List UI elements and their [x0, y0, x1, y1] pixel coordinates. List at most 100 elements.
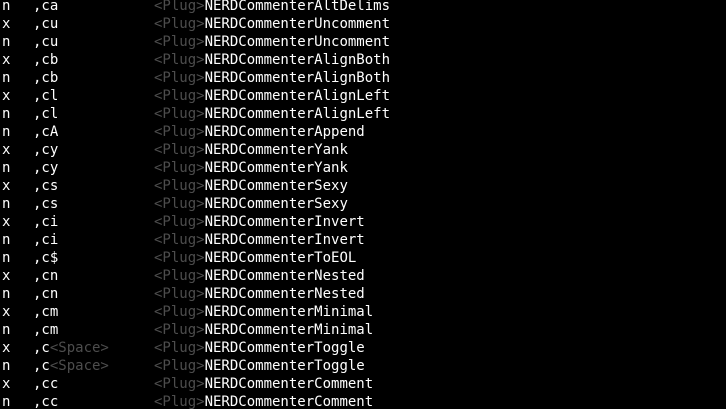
plug-prefix: <Plug> [154, 52, 205, 68]
mapping-key-text: ,cu [33, 16, 59, 32]
plug-prefix: <Plug> [154, 0, 205, 14]
mapping-key: ,cu [33, 15, 58, 33]
plug-prefix: <Plug> [154, 268, 205, 284]
mapping-key: ,cs [33, 195, 58, 213]
mapping-row: x ,cm <Plug>NERDCommenterMinimal [0, 303, 726, 321]
mapping-command: NERDCommenterComment [204, 394, 374, 409]
plug-prefix: <Plug> [154, 376, 205, 392]
mapping-row: n ,cl <Plug>NERDCommenterAlignLeft [0, 105, 726, 123]
mapping-target: <Plug>NERDCommenterAlignBoth [154, 51, 390, 69]
mapping-command: NERDCommenterAlignBoth [204, 52, 391, 68]
plug-prefix: <Plug> [154, 304, 205, 320]
mapping-key: ,cs [33, 177, 58, 195]
mapping-key-text: ,cy [33, 160, 59, 176]
mapping-row: n ,cu <Plug>NERDCommenterUncomment [0, 33, 726, 51]
mapping-command: NERDCommenterAlignBoth [204, 70, 391, 86]
mapping-key-text: ,cb [33, 70, 59, 86]
mapping-row: n ,c<Space> <Plug>NERDCommenterToggle [0, 357, 726, 375]
mapping-key-text: ,cm [33, 322, 59, 338]
mapping-row: x ,cs <Plug>NERDCommenterSexy [0, 177, 726, 195]
mapping-target: <Plug>NERDCommenterAppend [154, 123, 365, 141]
mapping-row: x ,cu <Plug>NERDCommenterUncomment [0, 15, 726, 33]
mapping-key-text: ,cA [33, 124, 59, 140]
terminal-window: n ,ca <Plug>NERDCommenterAltDelims x ,cu <Plu… [0, 0, 726, 409]
mapping-mode: n [2, 358, 11, 374]
mapping-row: n ,cc <Plug>NERDCommenterComment [0, 393, 726, 409]
mapping-command: NERDCommenterUncomment [204, 16, 391, 32]
mapping-key: ,cb [33, 51, 58, 69]
mapping-target: <Plug>NERDCommenterSexy [154, 195, 348, 213]
mapping-row: n ,ci <Plug>NERDCommenterInvert [0, 231, 726, 249]
mapping-key-text: ,cc [33, 394, 59, 409]
mapping-command: NERDCommenterYank [204, 142, 348, 158]
mapping-row: x ,ci <Plug>NERDCommenterInvert [0, 213, 726, 231]
mapping-target: <Plug>NERDCommenterUncomment [154, 15, 390, 33]
mapping-command: NERDCommenterYank [204, 160, 348, 176]
mapping-mode: x [2, 214, 11, 230]
mapping-command: NERDCommenterMinimal [204, 322, 374, 338]
key-mapping-list: n ,ca <Plug>NERDCommenterAltDelims x ,cu <Plu… [0, 0, 726, 409]
mapping-key: ,cm [33, 303, 58, 321]
mapping-key-special: <Space> [49, 358, 109, 374]
mapping-key: ,c<Space> [33, 357, 109, 375]
mapping-key-text: ,c [33, 358, 50, 374]
plug-prefix: <Plug> [154, 214, 205, 230]
mapping-key-text: ,cm [33, 304, 59, 320]
mapping-key: ,ca [33, 0, 58, 15]
mapping-target: <Plug>NERDCommenterInvert [154, 231, 365, 249]
mapping-key-text: ,c [33, 340, 50, 356]
mapping-mode: n [2, 70, 11, 86]
plug-prefix: <Plug> [154, 322, 205, 338]
mapping-key-text: ,ci [33, 232, 59, 248]
mapping-target: <Plug>NERDCommenterAltDelims [154, 0, 390, 15]
mapping-command: NERDCommenterComment [204, 376, 374, 392]
mapping-key: ,cu [33, 33, 58, 51]
mapping-key: ,cc [33, 375, 58, 393]
mapping-key: ,c$ [33, 249, 58, 267]
mapping-target: <Plug>NERDCommenterAlignBoth [154, 69, 390, 87]
mapping-mode: x [2, 178, 11, 194]
mapping-mode: x [2, 16, 11, 32]
mapping-mode: n [2, 232, 11, 248]
mapping-command: NERDCommenterSexy [204, 196, 348, 212]
mapping-mode: n [2, 34, 11, 50]
mapping-key-text: ,cn [33, 286, 59, 302]
mapping-target: <Plug>NERDCommenterToEOL [154, 249, 356, 267]
mapping-key-text: ,cs [33, 178, 59, 194]
mapping-row: x ,cy <Plug>NERDCommenterYank [0, 141, 726, 159]
mapping-mode: x [2, 88, 11, 104]
mapping-command: NERDCommenterMinimal [204, 304, 374, 320]
mapping-command: NERDCommenterToEOL [204, 250, 357, 266]
mapping-row: n ,cm <Plug>NERDCommenterMinimal [0, 321, 726, 339]
mapping-command: NERDCommenterToggle [204, 340, 365, 356]
mapping-key-text: ,cs [33, 196, 59, 212]
mapping-key-text: ,c$ [33, 250, 59, 266]
mapping-row: x ,c<Space> <Plug>NERDCommenterToggle [0, 339, 726, 357]
plug-prefix: <Plug> [154, 88, 205, 104]
mapping-mode: x [2, 376, 11, 392]
mapping-target: <Plug>NERDCommenterUncomment [154, 33, 390, 51]
mapping-mode: n [2, 394, 11, 409]
mapping-key-text: ,cu [33, 34, 59, 50]
mapping-key-special: <Space> [49, 340, 109, 356]
mapping-command: NERDCommenterNested [204, 268, 365, 284]
mapping-mode: x [2, 52, 11, 68]
plug-prefix: <Plug> [154, 340, 205, 356]
mapping-key: ,cy [33, 141, 58, 159]
mapping-key-text: ,cl [33, 106, 59, 122]
mapping-key: ,c<Space> [33, 339, 109, 357]
mapping-mode: n [2, 286, 11, 302]
mapping-key: ,cm [33, 321, 58, 339]
plug-prefix: <Plug> [154, 34, 205, 50]
plug-prefix: <Plug> [154, 178, 205, 194]
mapping-key: ,cn [33, 267, 58, 285]
plug-prefix: <Plug> [154, 142, 205, 158]
mapping-target: <Plug>NERDCommenterComment [154, 375, 373, 393]
mapping-command: NERDCommenterInvert [204, 232, 365, 248]
mapping-target: <Plug>NERDCommenterNested [154, 267, 365, 285]
mapping-target: <Plug>NERDCommenterMinimal [154, 303, 373, 321]
mapping-row: x ,cn <Plug>NERDCommenterNested [0, 267, 726, 285]
mapping-row: x ,cc <Plug>NERDCommenterComment [0, 375, 726, 393]
plug-prefix: <Plug> [154, 160, 205, 176]
mapping-key-text: ,ca [33, 0, 59, 14]
